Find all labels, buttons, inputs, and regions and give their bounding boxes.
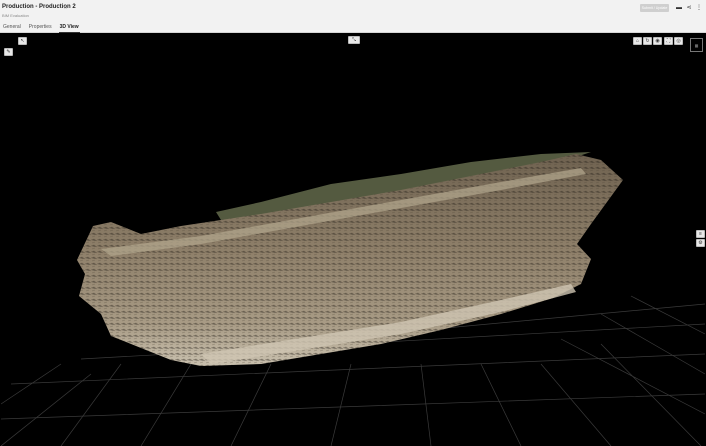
submit-button[interactable]: Submit / Update [640, 4, 669, 12]
side-toolbar: ≡ ⚙ [696, 230, 705, 247]
3d-viewer[interactable]: ↖ ✎ ⤡ ⌂ ↻ ◉ ⛶ ◎ ▦ ≡ ⚙ [1, 34, 705, 446]
share-icon[interactable]: ⋖ [685, 4, 693, 12]
view-toolbar-2: ⛶ ◎ [664, 37, 683, 45]
folder-icon[interactable]: ▬ [675, 4, 683, 12]
pen-icon[interactable]: ✎ [4, 48, 13, 56]
fullscreen-icon[interactable]: ⛶ [664, 37, 673, 45]
cursor-icon[interactable]: ↖ [18, 37, 27, 45]
home-icon[interactable]: ⌂ [633, 37, 642, 45]
star-icon[interactable]: ☆ [63, 4, 68, 11]
point-cloud-scene[interactable] [1, 34, 705, 446]
layers-icon[interactable]: ≡ [696, 230, 705, 238]
camera-icon[interactable]: ◉ [653, 37, 662, 45]
view-cube-icon[interactable]: ▦ [690, 38, 703, 52]
tab-properties[interactable]: Properties [28, 24, 53, 33]
tab-3d-view[interactable]: 3D View [58, 24, 80, 33]
expand-icon[interactable]: ⤡ [348, 36, 360, 44]
page-subtitle: BIM Evaluation [2, 13, 29, 18]
settings-icon[interactable]: ⚙ [696, 239, 705, 247]
tab-general[interactable]: General [2, 24, 22, 33]
app-header: Production - Production 2 ☆ BIM Evaluati… [0, 0, 706, 33]
more-vertical-icon[interactable]: ⋮ [695, 4, 703, 12]
view-toolbar: ⌂ ↻ ◉ [633, 37, 662, 45]
tab-bar: General Properties 3D View [2, 24, 80, 33]
rotate-icon[interactable]: ↻ [643, 37, 652, 45]
eye-icon[interactable]: ◎ [674, 37, 683, 45]
